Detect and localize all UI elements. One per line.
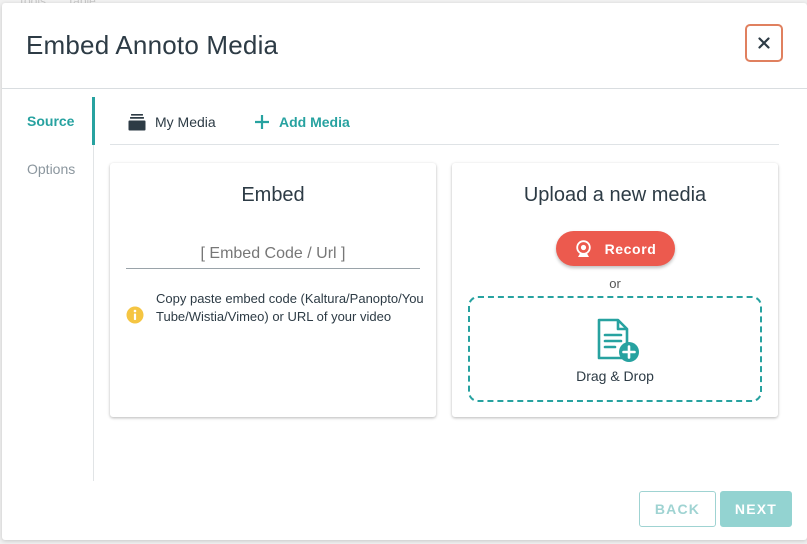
dialog-title: Embed Annoto Media — [26, 30, 279, 60]
drag-drop-zone[interactable]: Drag & Drop — [468, 296, 762, 402]
media-stack-icon — [128, 114, 146, 131]
tab-add-media-label: Add Media — [279, 114, 350, 130]
back-button[interactable]: BACK — [639, 491, 716, 527]
upload-card-title: Upload a new media — [523, 184, 707, 206]
file-add-icon — [597, 318, 639, 362]
embed-info: Copy paste embed code (Kaltura/Panopto/Y… — [126, 290, 426, 326]
tab-add-media[interactable]: Add Media — [254, 111, 350, 133]
embed-card: Embed Copy paste embed code (Kaltura/Pan… — [110, 163, 436, 417]
webcam-icon — [575, 239, 591, 257]
dialog-header: Embed Annoto Media — [2, 3, 807, 89]
record-button-label: Record — [604, 240, 657, 257]
tab-my-media[interactable]: My Media — [128, 111, 216, 133]
active-indicator — [92, 97, 95, 145]
embed-media-dialog: Embed Annoto Media Source Options My Med… — [2, 3, 807, 540]
info-icon — [126, 306, 144, 324]
side-nav-item-source[interactable]: Source — [2, 97, 95, 145]
embed-card-title: Embed — [241, 184, 305, 206]
embed-code-input[interactable] — [126, 239, 420, 269]
record-button[interactable]: Record — [556, 231, 675, 266]
media-tabs: My Media Add Media — [110, 99, 779, 145]
tab-my-media-label: My Media — [155, 114, 216, 130]
upload-card: Upload a new media Record or Drag & Drop — [452, 163, 778, 417]
embed-info-text: Copy paste embed code (Kaltura/Panopto/Y… — [156, 291, 424, 324]
close-icon — [758, 37, 770, 49]
close-button[interactable] — [745, 24, 783, 62]
drag-drop-label: Drag & Drop — [576, 368, 654, 384]
or-separator: or — [609, 276, 621, 291]
side-nav-item-options[interactable]: Options — [2, 145, 94, 193]
side-nav-item-label: Options — [27, 161, 76, 177]
next-button[interactable]: NEXT — [720, 491, 792, 527]
side-nav: Source Options — [2, 97, 95, 481]
plus-icon — [255, 115, 269, 129]
side-nav-item-label: Source — [27, 113, 75, 129]
